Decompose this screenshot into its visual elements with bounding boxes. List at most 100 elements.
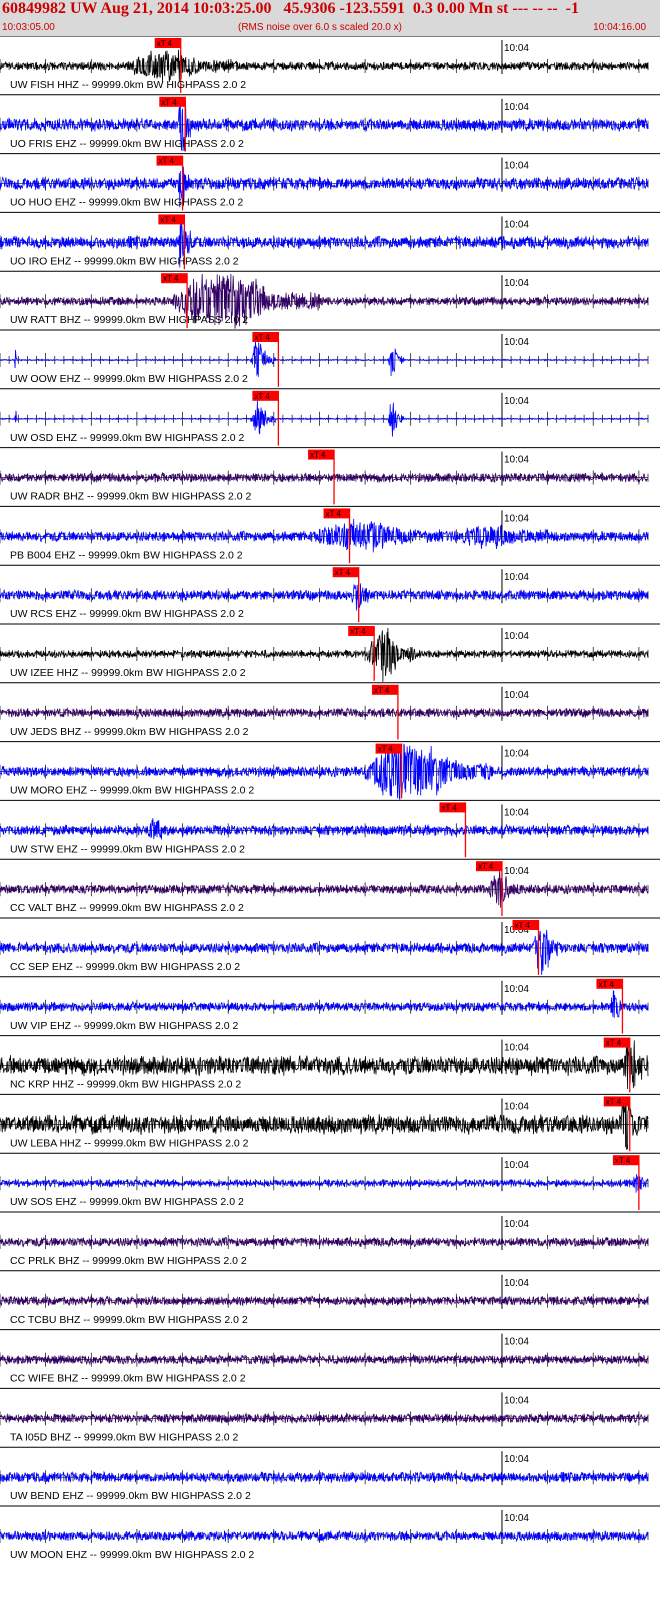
pick-label: xT 4	[598, 980, 614, 989]
trace-label: UW VIP EHZ -- 99999.0km BW HIGHPASS 2.0 …	[10, 1020, 239, 1032]
minute-label: 10:04	[504, 102, 529, 113]
header-bar: 60849982 UW Aug 21, 2014 10:03:25.00 45.…	[0, 0, 660, 36]
trace-label: CC WIFE BHZ -- 99999.0km BW HIGHPASS 2.0…	[10, 1373, 246, 1385]
trace-21: 10:04 CC TCBU BHZ -- 99999.0km BW HIGHPAS…	[0, 1270, 660, 1326]
minute-label: 10:04	[504, 1454, 529, 1465]
trace-0: 10:04 xT 4 UW FISH HHZ -- 99999.0km BW HIG…	[0, 36, 660, 93]
minute-label: 10:04	[504, 161, 529, 172]
pick-label: xT 4	[310, 451, 326, 460]
pick-label: xT 4	[350, 627, 366, 636]
trace-8: 10:04 xT 4 PB B004 EHZ -- 99999.0km BW HIG…	[0, 505, 660, 564]
minute-label: 10:04	[504, 455, 529, 466]
trace-label: UW OSD EHZ -- 99999.0km BW HIGHPASS 2.0 …	[10, 432, 245, 444]
trace-label: UW IZEE HHZ -- 99999.0km BW HIGHPASS 2.0…	[10, 667, 246, 679]
waveform	[0, 1353, 649, 1366]
minute-label: 10:04	[504, 866, 529, 877]
waveform	[0, 1235, 649, 1248]
pick-label: xT 4	[160, 215, 176, 224]
minute-label: 10:04	[504, 807, 529, 818]
minute-label: 10:04	[504, 690, 529, 701]
minute-label: 10:04	[504, 278, 529, 289]
pick-label: xT 4	[254, 392, 270, 401]
trace-label: UW RATT BHZ -- 99999.0km BW HIGHPASS 2.0…	[10, 314, 248, 326]
trace-label: UW RADR BHZ -- 99999.0km BW HIGHPASS 2.0…	[10, 491, 252, 503]
trace-label: UW STW EHZ -- 99999.0km BW HIGHPASS 2.0 …	[10, 843, 245, 855]
pick-label: xT 4	[326, 509, 342, 518]
waveform	[0, 341, 649, 377]
trace-14: 10:04 xT 4 CC VALT BHZ -- 99999.0km BW HIG…	[0, 858, 660, 916]
pick-label: xT 4	[441, 803, 457, 812]
trace-label: UW JEDS BHZ -- 99999.0km BW HIGHPASS 2.0…	[10, 726, 249, 738]
waveform	[0, 818, 649, 840]
event-title: 60849982 UW Aug 21, 2014 10:03:25.00 45.…	[2, 0, 579, 17]
trace-12: 10:04 xT 4 UW MORO EHZ -- 99999.0km BW HIG…	[0, 741, 660, 800]
start-time: 10:03:05.00	[2, 22, 55, 33]
minute-label: 10:04	[504, 1513, 529, 1524]
trace-2: 10:04 xT 4 UO HUO EHZ -- 99999.0km BW HIGH…	[0, 153, 660, 211]
trace-13: 10:04 xT 4 UW STW EHZ -- 99999.0km BW HIGH…	[0, 799, 660, 858]
trace-label: CC VALT BHZ -- 99999.0km BW HIGHPASS 2.0…	[10, 902, 244, 914]
trace-label: UO HUO EHZ -- 99999.0km BW HIGHPASS 2.0 …	[10, 197, 243, 209]
minute-label: 10:04	[504, 43, 529, 54]
minute-label: 10:04	[504, 1160, 529, 1171]
pick-label: xT 4	[606, 1039, 622, 1048]
waveform	[0, 518, 649, 553]
trace-6: 10:04 xT 4 UW OSD EHZ -- 99999.0km BW HIGH…	[0, 388, 660, 446]
pick-label: xT 4	[606, 1097, 622, 1106]
pick-label: xT 4	[514, 921, 530, 930]
trace-4: 10:04 xT 4 UW RATT BHZ -- 99999.0km BW HIG…	[0, 270, 660, 329]
trace-17: 10:04 xT 4 NC KRP HHZ -- 99999.0km BW HIGH…	[0, 1035, 660, 1093]
minute-label: 10:04	[504, 572, 529, 583]
trace-label: UW SOS EHZ -- 99999.0km BW HIGHPASS 2.0 …	[10, 1196, 244, 1208]
minute-label: 10:04	[504, 1043, 529, 1054]
trace-label: PB B004 EHZ -- 99999.0km BW HIGHPASS 2.0…	[10, 549, 243, 561]
trace-label: NC KRP HHZ -- 99999.0km BW HIGHPASS 2.0 …	[10, 1079, 241, 1091]
minute-label: 10:04	[504, 1395, 529, 1406]
trace-label: CC PRLK BHZ -- 99999.0km BW HIGHPASS 2.0…	[10, 1255, 247, 1267]
minute-label: 10:04	[504, 513, 529, 524]
trace-18: 10:04 xT 4 UW LEBA HHZ -- 99999.0km BW HIG…	[0, 1093, 660, 1152]
trace-7: 10:04 xT 4 UW RADR BHZ -- 99999.0km BW HIG…	[0, 447, 660, 505]
pick-label: xT 4	[335, 568, 351, 577]
pick-label: xT 4	[478, 862, 494, 871]
pick-label: xT 4	[157, 39, 173, 48]
waveform	[0, 1412, 648, 1425]
trace-label: UW RCS EHZ -- 99999.0km BW HIGHPASS 2.0 …	[10, 608, 244, 620]
trace-16: 10:04 xT 4 UW VIP EHZ -- 99999.0km BW HIGH…	[0, 976, 660, 1034]
pick-label: xT 4	[254, 333, 270, 342]
trace-19: 10:04 xT 4 UW SOS EHZ -- 99999.0km BW HIGH…	[0, 1152, 660, 1210]
trace-22: 10:04 CC WIFE BHZ -- 99999.0km BW HIGHPAS…	[0, 1329, 660, 1385]
trace-label: CC TCBU BHZ -- 99999.0km BW HIGHPASS 2.0…	[10, 1314, 248, 1326]
seismogram-plot: 10:04 xT 4 UW FISH HHZ -- 99999.0km BW HIG…	[0, 36, 660, 1561]
minute-label: 10:04	[504, 1278, 529, 1289]
minute-label: 10:04	[504, 396, 529, 407]
noise-note: (RMS noise over 6.0 s scaled 20.0 x)	[238, 22, 402, 33]
minute-label: 10:04	[504, 1219, 529, 1230]
pick-label: xT 4	[374, 686, 390, 695]
trace-label: UO FRIS EHZ -- 99999.0km BW HIGHPASS 2.0…	[10, 138, 244, 150]
trace-label: UW FISH HHZ -- 99999.0km BW HIGHPASS 2.0…	[10, 79, 246, 91]
minute-label: 10:04	[504, 337, 529, 348]
trace-10: 10:04 xT 4 UW IZEE HHZ -- 99999.0km BW HIG…	[0, 623, 660, 682]
end-time: 10:04:16.00	[593, 22, 646, 33]
pick-label: xT 4	[378, 745, 394, 754]
trace-label: CC SEP EHZ -- 99999.0km BW HIGHPASS 2.0 …	[10, 961, 240, 973]
trace-label: UW BEND EHZ -- 99999.0km BW HIGHPASS 2.0…	[10, 1490, 251, 1502]
minute-label: 10:04	[504, 1337, 529, 1348]
pick-label: xT 4	[161, 98, 177, 107]
waveform	[0, 989, 649, 1018]
trace-label: TA I05D BHZ -- 99999.0km BW HIGHPASS 2.0…	[10, 1431, 239, 1443]
trace-label: UO IRO EHZ -- 99999.0km BW HIGHPASS 2.0 …	[10, 255, 239, 267]
trace-24: 10:04 UW BEND EHZ -- 99999.0km BW HIGHPAS…	[0, 1446, 660, 1502]
trace-9: 10:04 xT 4 UW RCS EHZ -- 99999.0km BW HIGH…	[0, 564, 660, 622]
trace-3: 10:04 xT 4 UO IRO EHZ -- 99999.0km BW HIGH…	[0, 211, 660, 270]
minute-label: 10:04	[504, 984, 529, 995]
pick-label: xT 4	[163, 274, 179, 283]
trace-11: 10:04 xT 4 UW JEDS BHZ -- 99999.0km BW HIG…	[0, 682, 660, 740]
minute-label: 10:04	[504, 1101, 529, 1112]
trace-20: 10:04 CC PRLK BHZ -- 99999.0km BW HIGHPAS…	[0, 1211, 660, 1267]
trace-label: UW MOON EHZ -- 99999.0km BW HIGHPASS 2.0…	[10, 1549, 254, 1561]
pick-label: xT 4	[159, 157, 175, 166]
trace-label: UW LEBA HHZ -- 99999.0km BW HIGHPASS 2.0…	[10, 1137, 249, 1149]
trace-label: UW MORO EHZ -- 99999.0km BW HIGHPASS 2.0…	[10, 785, 254, 797]
